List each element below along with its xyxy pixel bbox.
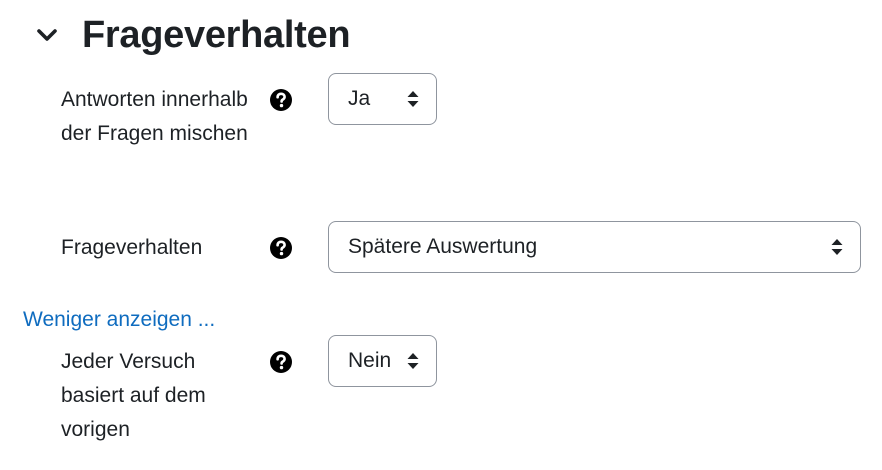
section-title: Frageverhalten [82,13,351,56]
question-circle-icon[interactable] [269,236,293,260]
select-value: Ja [348,87,371,110]
each-attempt-builds-select[interactable]: Nein [328,335,437,387]
field-label-each-attempt-builds: Jeder Versuch basiert auf dem vorigen [61,350,206,441]
chevron-down-icon[interactable] [34,22,60,48]
sort-caret-icon [830,237,844,257]
field-label-shuffle-answers: Antworten innerhalb der Fragen mischen [61,88,248,145]
sort-caret-icon [406,351,420,371]
section-header[interactable]: Frageverhalten [34,10,351,60]
select-value: Spätere Auswertung [348,235,538,258]
select-value: Nein [348,349,392,372]
shuffle-answers-select[interactable]: Ja [328,73,437,125]
question-circle-icon[interactable] [269,88,293,112]
question-circle-icon[interactable] [269,350,293,374]
question-behaviour-select[interactable]: Spätere Auswertung [328,221,861,273]
sort-caret-icon [406,89,420,109]
show-less-link[interactable]: Weniger anzeigen ... [23,306,215,334]
field-label-question-behaviour: Frageverhalten [61,236,203,259]
